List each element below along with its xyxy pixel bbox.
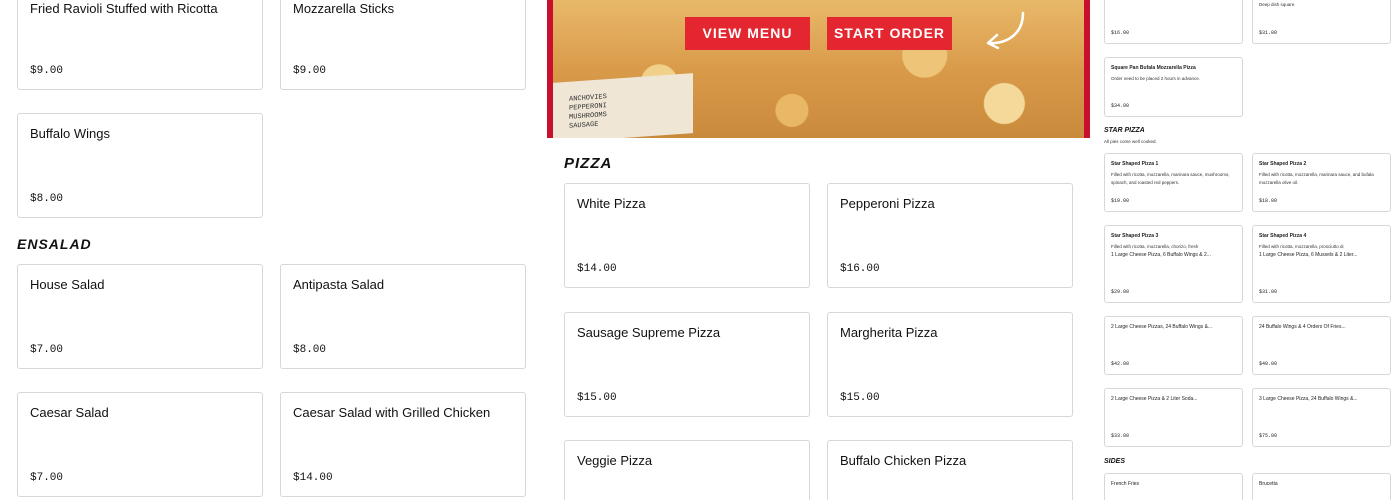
menu-item-card[interactable]: Veggie Pizza bbox=[564, 440, 810, 500]
menu-item-price: $19.00 bbox=[1111, 198, 1130, 204]
menu-item-card[interactable]: Margherita Pizza $15.00 bbox=[827, 312, 1073, 417]
special-name: 1 Large Cheese Pizza, 6 Mussels & 2 Lite… bbox=[1259, 252, 1358, 258]
menu-item-price: $34.00 bbox=[1111, 103, 1130, 109]
menu-item-name: Pepperoni Pizza bbox=[840, 196, 935, 211]
side-card[interactable]: French Fries bbox=[1104, 473, 1243, 500]
menu-item-name: Veggie Pizza bbox=[577, 453, 653, 468]
menu-item-card[interactable]: Caesar Salad $7.00 bbox=[17, 392, 263, 497]
menu-item-price: $9.00 bbox=[30, 65, 64, 77]
menu-item-price: $7.00 bbox=[30, 344, 64, 356]
menu-item-price: $16.00 bbox=[840, 263, 880, 275]
menu-item-card[interactable]: Pepperoni Pizza $16.00 bbox=[827, 183, 1073, 288]
menu-item-price: $31.00 bbox=[1259, 30, 1278, 36]
menu-item-card[interactable]: Star Shaped Pizza 3 Filled with ricotta,… bbox=[1104, 225, 1243, 303]
menu-item-name: Square Pan Bufala Mozzarella Pizza bbox=[1111, 65, 1196, 71]
menu-item-desc: Filled with ricotta, mozzarella, prosciu… bbox=[1259, 244, 1344, 249]
section-subtitle: All pies come well cooked. bbox=[1104, 139, 1157, 144]
menu-item-card[interactable]: $16.00 bbox=[1104, 0, 1243, 44]
menu-item-price: $15.00 bbox=[577, 392, 617, 404]
special-name: 24 Buffalo Wings & 4 Orders Of Fries... bbox=[1259, 324, 1346, 330]
menu-item-card[interactable]: House Salad $7.00 bbox=[17, 264, 263, 369]
menu-item-name: White Pizza bbox=[577, 196, 646, 211]
menu-item-desc: Filled with ricotta, mozzarella, marinar… bbox=[1111, 172, 1230, 185]
menu-item-name: Sausage Supreme Pizza bbox=[577, 325, 721, 340]
menu-item-price: $14.00 bbox=[577, 263, 617, 275]
special-name: 1 Large Cheese Pizza, 6 Buffalo Wings & … bbox=[1111, 252, 1211, 258]
special-price: $31.00 bbox=[1259, 289, 1278, 295]
side-name: French Fries bbox=[1111, 481, 1140, 487]
menu-item-name: Buffalo Wings bbox=[30, 126, 110, 141]
menu-item-price: $16.00 bbox=[1111, 30, 1130, 36]
menu-item-card[interactable]: Fried Ravioli Stuffed with Ricotta $9.00 bbox=[17, 0, 263, 90]
menu-item-card[interactable]: Sausage Supreme Pizza $15.00 bbox=[564, 312, 810, 417]
menu-item-price: $9.00 bbox=[293, 65, 327, 77]
curved-arrow-icon bbox=[986, 11, 1025, 50]
menu-item-card[interactable]: Star Shaped Pizza 2 Filled with ricotta,… bbox=[1252, 153, 1391, 212]
special-card[interactable]: 3 Large Cheese Pizza, 24 Buffalo Wings &… bbox=[1252, 388, 1391, 447]
view-menu-button[interactable]: VIEW MENU bbox=[685, 17, 810, 50]
special-price: $33.00 bbox=[1111, 433, 1130, 439]
menu-item-desc: Order need to be placed 2 hours in advan… bbox=[1111, 76, 1201, 81]
special-price: $75.00 bbox=[1259, 433, 1278, 439]
menu-item-card[interactable]: Buffalo Chicken Pizza bbox=[827, 440, 1073, 500]
menu-item-price: $18.00 bbox=[1259, 198, 1278, 204]
menu-item-card[interactable]: Star Shaped Pizza 1 Filled with ricotta,… bbox=[1104, 153, 1243, 212]
menu-item-desc: Filled with ricotta, mozzarella, chorizo… bbox=[1111, 244, 1199, 249]
menu-item-name: Mozzarella Sticks bbox=[293, 1, 395, 16]
menu-item-card[interactable]: Mozzarella Sticks $9.00 bbox=[280, 0, 526, 90]
menu-item-card[interactable]: Antipasta Salad $8.00 bbox=[280, 264, 526, 369]
menu-item-card[interactable]: Square Pan Bufala Mozzarella Pizza Order… bbox=[1104, 57, 1243, 117]
special-name: 2 Large Cheese Pizza & 2 Liter Soda... bbox=[1111, 396, 1198, 402]
section-title-ensalad: ENSALAD bbox=[17, 236, 92, 252]
menu-item-price: $7.00 bbox=[30, 472, 64, 484]
menu-item-card[interactable]: Star Shaped Pizza 4 Filled with ricotta,… bbox=[1252, 225, 1391, 303]
menu-item-price: $14.00 bbox=[293, 472, 333, 484]
menu-item-name: Star Shaped Pizza 2 bbox=[1259, 161, 1307, 167]
menu-item-name: Star Shaped Pizza 4 bbox=[1259, 233, 1307, 239]
side-card[interactable]: Brucetta bbox=[1252, 473, 1391, 500]
menu-item-price: $8.00 bbox=[30, 193, 64, 205]
menu-item-desc: Deep dish square. bbox=[1259, 2, 1296, 7]
menu-item-name: Star Shaped Pizza 1 bbox=[1111, 161, 1159, 167]
special-name: 2 Large Cheese Pizzas, 24 Buffalo Wings … bbox=[1111, 324, 1213, 330]
section-title-sides: SIDES bbox=[1104, 458, 1126, 465]
menu-item-card[interactable]: Caesar Salad with Grilled Chicken $14.00 bbox=[280, 392, 526, 497]
menu-item-name: Antipasta Salad bbox=[293, 277, 385, 292]
section-title-star-pizza: STAR PIZZA bbox=[1104, 127, 1145, 134]
menu-item-name: Margherita Pizza bbox=[840, 325, 938, 340]
start-order-button[interactable]: START ORDER bbox=[827, 17, 952, 50]
menu-item-card[interactable]: White Pizza $14.00 bbox=[564, 183, 810, 288]
menu-item-name: Caesar Salad bbox=[30, 405, 109, 420]
menu-item-card[interactable]: Deep dish square. $31.00 bbox=[1252, 0, 1391, 44]
special-price: $29.00 bbox=[1111, 289, 1130, 295]
pizza-box-image: ANCHOVIES PEPPERONI MUSHROOMS SAUSAGE bbox=[553, 73, 693, 138]
menu-item-price: $8.00 bbox=[293, 344, 327, 356]
menu-item-card[interactable]: Buffalo Wings $8.00 bbox=[17, 113, 263, 218]
menu-item-name: Fried Ravioli Stuffed with Ricotta bbox=[30, 1, 218, 16]
section-title-pizza: PIZZA bbox=[564, 155, 613, 172]
special-name: 3 Large Cheese Pizza, 24 Buffalo Wings &… bbox=[1259, 396, 1358, 402]
menu-item-name: Buffalo Chicken Pizza bbox=[840, 453, 967, 468]
special-card[interactable]: 2 Large Cheese Pizza & 2 Liter Soda... $… bbox=[1104, 388, 1243, 447]
menu-item-desc: Filled with ricotta, mozzarella, marinar… bbox=[1259, 172, 1374, 185]
menu-item-name: Star Shaped Pizza 3 bbox=[1111, 233, 1159, 239]
pizza-box-label: ANCHOVIES PEPPERONI MUSHROOMS SAUSAGE bbox=[569, 93, 607, 131]
special-price: $42.00 bbox=[1111, 361, 1130, 367]
special-card[interactable]: 2 Large Cheese Pizzas, 24 Buffalo Wings … bbox=[1104, 316, 1243, 375]
special-card[interactable]: 24 Buffalo Wings & 4 Orders Of Fries... … bbox=[1252, 316, 1391, 375]
menu-item-price: $15.00 bbox=[840, 392, 880, 404]
special-price: $40.00 bbox=[1259, 361, 1278, 367]
menu-item-name: Caesar Salad with Grilled Chicken bbox=[293, 405, 491, 420]
side-name: Brucetta bbox=[1259, 481, 1278, 487]
menu-item-name: House Salad bbox=[30, 277, 105, 292]
